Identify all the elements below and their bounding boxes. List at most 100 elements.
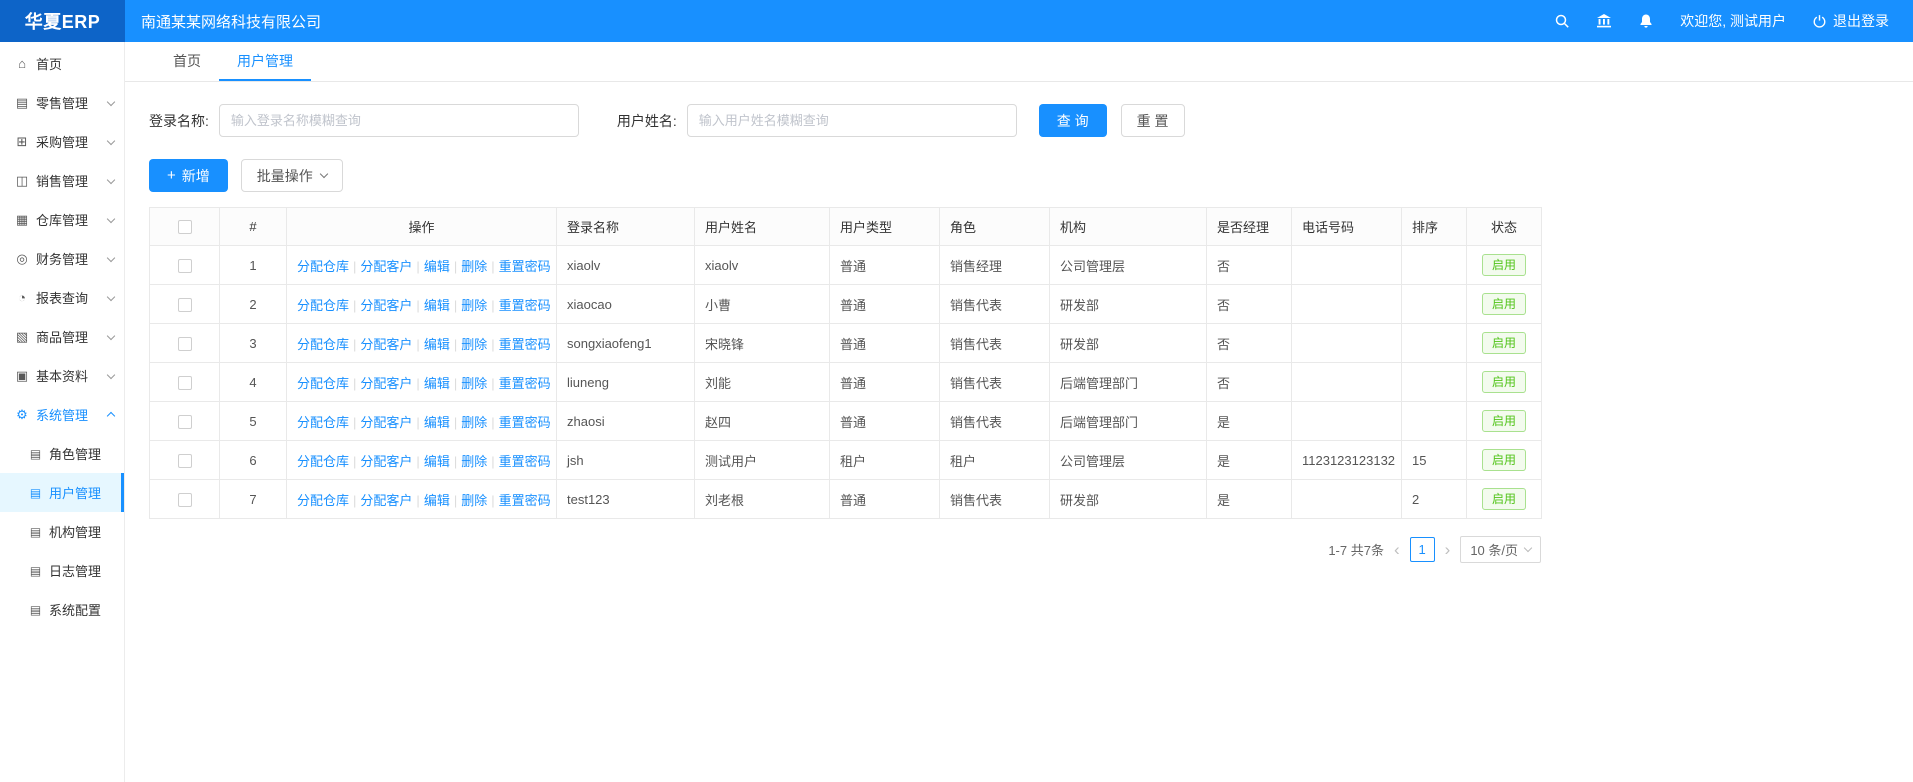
assign-warehouse-link[interactable]: 分配仓库 xyxy=(297,298,349,313)
app-logo: 华夏ERP xyxy=(0,0,125,42)
edit-link[interactable]: 编辑 xyxy=(424,454,450,469)
reset-password-link[interactable]: 重置密码 xyxy=(499,298,551,313)
sidebar-item-warehouse[interactable]: ▦ 仓库管理 xyxy=(0,200,124,239)
reset-password-link[interactable]: 重置密码 xyxy=(499,259,551,274)
assign-customer-link[interactable]: 分配客户 xyxy=(360,376,412,391)
prev-page-button[interactable]: ‹ xyxy=(1394,541,1400,558)
row-checkbox[interactable] xyxy=(178,454,192,468)
reset-password-link[interactable]: 重置密码 xyxy=(499,415,551,430)
cell-user-name: 刘能 xyxy=(695,363,830,402)
edit-link[interactable]: 编辑 xyxy=(424,337,450,352)
delete-link[interactable]: 删除 xyxy=(461,337,487,352)
sidebar-item-label: 系统配置 xyxy=(49,600,101,619)
select-all-checkbox[interactable] xyxy=(178,220,192,234)
sidebar-item-system-config[interactable]: ▤ 系统配置 xyxy=(0,590,124,629)
status-badge: 启用 xyxy=(1482,371,1526,393)
sidebar-item-log-mgmt[interactable]: ▤ 日志管理 xyxy=(0,551,124,590)
assign-customer-link[interactable]: 分配客户 xyxy=(360,415,412,430)
plus-icon: + xyxy=(167,167,176,184)
col-org: 机构 xyxy=(1050,208,1207,246)
delete-link[interactable]: 删除 xyxy=(461,493,487,508)
sales-icon: ◫ xyxy=(14,173,30,189)
reset-password-link[interactable]: 重置密码 xyxy=(499,376,551,391)
table-row: 4 分配仓库|分配客户|编辑|删除|重置密码 liuneng 刘能 普通 销售代… xyxy=(150,363,1542,402)
filter-bar: 登录名称: 用户姓名: 查 询 重 置 xyxy=(149,104,1889,137)
cell-index: 3 xyxy=(220,324,287,363)
sidebar-item-basic-data[interactable]: ▣ 基本资料 xyxy=(0,356,124,395)
search-button[interactable]: 查 询 xyxy=(1039,104,1107,137)
edit-link[interactable]: 编辑 xyxy=(424,259,450,274)
assign-customer-link[interactable]: 分配客户 xyxy=(360,337,412,352)
row-checkbox[interactable] xyxy=(178,259,192,273)
next-page-button[interactable]: › xyxy=(1445,541,1451,558)
delete-link[interactable]: 删除 xyxy=(461,415,487,430)
reset-password-link[interactable]: 重置密码 xyxy=(499,493,551,508)
bell-icon[interactable] xyxy=(1638,13,1654,29)
table-row: 1 分配仓库|分配客户|编辑|删除|重置密码 xiaolv xiaolv 普通 … xyxy=(150,246,1542,285)
assign-warehouse-link[interactable]: 分配仓库 xyxy=(297,259,349,274)
sidebar-item-goods[interactable]: ▧ 商品管理 xyxy=(0,317,124,356)
assign-warehouse-link[interactable]: 分配仓库 xyxy=(297,376,349,391)
sidebar-item-purchase[interactable]: ⊞ 采购管理 xyxy=(0,122,124,161)
sidebar-item-org-mgmt[interactable]: ▤ 机构管理 xyxy=(0,512,124,551)
search-icon[interactable] xyxy=(1554,13,1570,29)
reset-password-link[interactable]: 重置密码 xyxy=(499,454,551,469)
row-checkbox[interactable] xyxy=(178,298,192,312)
assign-customer-link[interactable]: 分配客户 xyxy=(360,493,412,508)
edit-link[interactable]: 编辑 xyxy=(424,415,450,430)
chevron-down-icon xyxy=(107,97,115,105)
chevron-down-icon xyxy=(107,136,115,144)
delete-link[interactable]: 删除 xyxy=(461,454,487,469)
sidebar-item-user-mgmt[interactable]: ▤ 用户管理 xyxy=(0,473,124,512)
assign-warehouse-link[interactable]: 分配仓库 xyxy=(297,415,349,430)
sidebar-item-role-mgmt[interactable]: ▤ 角色管理 xyxy=(0,434,124,473)
row-checkbox[interactable] xyxy=(178,337,192,351)
page-size-select[interactable]: 10 条/页 xyxy=(1460,536,1541,563)
document-icon: ▤ xyxy=(28,525,43,539)
sidebar-item-sales[interactable]: ◫ 销售管理 xyxy=(0,161,124,200)
cell-login-name: xiaocao xyxy=(557,285,695,324)
goods-icon: ▧ xyxy=(14,329,30,345)
batch-operations-button[interactable]: 批量操作 xyxy=(241,159,343,192)
reset-password-link[interactable]: 重置密码 xyxy=(499,337,551,352)
add-button[interactable]: + 新增 xyxy=(149,159,228,192)
assign-customer-link[interactable]: 分配客户 xyxy=(360,298,412,313)
delete-link[interactable]: 删除 xyxy=(461,259,487,274)
sidebar-item-finance[interactable]: ◎ 财务管理 xyxy=(0,239,124,278)
cell-org: 研发部 xyxy=(1050,480,1207,519)
platform-icon[interactable] xyxy=(1596,13,1612,29)
cell-is-manager: 是 xyxy=(1207,402,1292,441)
col-phone: 电话号码 xyxy=(1292,208,1402,246)
sidebar-item-label: 首页 xyxy=(36,54,62,73)
table-row: 2 分配仓库|分配客户|编辑|删除|重置密码 xiaocao 小曹 普通 销售代… xyxy=(150,285,1542,324)
sidebar-item-report[interactable]: ◔ 报表查询 xyxy=(0,278,124,317)
assign-customer-link[interactable]: 分配客户 xyxy=(360,259,412,274)
sidebar-item-home[interactable]: ⌂ 首页 xyxy=(0,44,124,83)
logout-button[interactable]: 退出登录 xyxy=(1812,11,1889,31)
row-checkbox[interactable] xyxy=(178,376,192,390)
delete-link[interactable]: 删除 xyxy=(461,376,487,391)
assign-warehouse-link[interactable]: 分配仓库 xyxy=(297,493,349,508)
current-page-button[interactable]: 1 xyxy=(1410,537,1435,562)
tab-user-mgmt[interactable]: 用户管理 xyxy=(219,42,311,81)
edit-link[interactable]: 编辑 xyxy=(424,493,450,508)
edit-link[interactable]: 编辑 xyxy=(424,376,450,391)
cell-operations: 分配仓库|分配客户|编辑|删除|重置密码 xyxy=(287,324,557,363)
reset-button[interactable]: 重 置 xyxy=(1121,104,1185,137)
edit-link[interactable]: 编辑 xyxy=(424,298,450,313)
chevron-down-icon xyxy=(1524,544,1532,552)
col-user-type: 用户类型 xyxy=(830,208,940,246)
sidebar-item-system[interactable]: ⚙ 系统管理 xyxy=(0,395,124,434)
assign-warehouse-link[interactable]: 分配仓库 xyxy=(297,337,349,352)
delete-link[interactable]: 删除 xyxy=(461,298,487,313)
user-name-input[interactable] xyxy=(687,104,1017,137)
cell-user-type: 普通 xyxy=(830,480,940,519)
login-name-input[interactable] xyxy=(219,104,579,137)
tab-home[interactable]: 首页 xyxy=(155,42,219,81)
assign-warehouse-link[interactable]: 分配仓库 xyxy=(297,454,349,469)
tab-bar: 首页 用户管理 xyxy=(125,42,1913,82)
sidebar-item-retail[interactable]: ▤ 零售管理 xyxy=(0,83,124,122)
assign-customer-link[interactable]: 分配客户 xyxy=(360,454,412,469)
row-checkbox[interactable] xyxy=(178,415,192,429)
row-checkbox[interactable] xyxy=(178,493,192,507)
